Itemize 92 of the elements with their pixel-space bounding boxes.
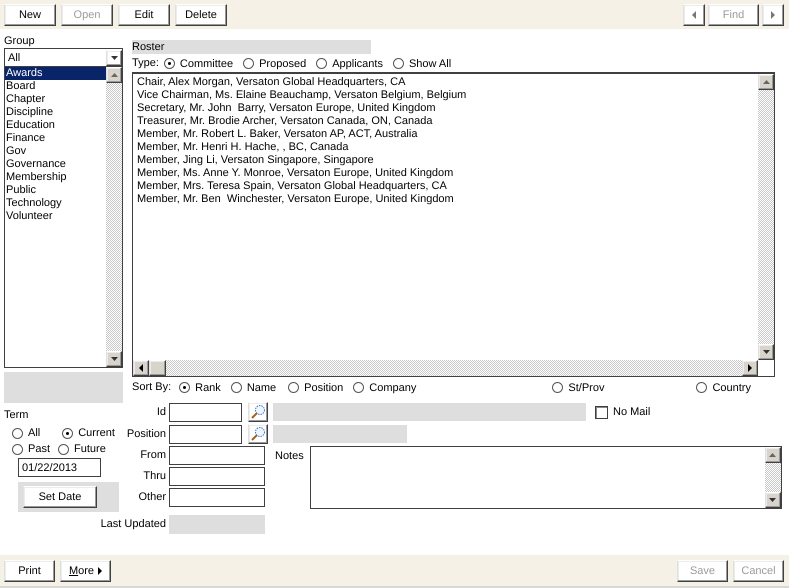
notes-field[interactable] <box>310 446 782 509</box>
field-label: Other <box>138 491 166 504</box>
scroll-left-button[interactable] <box>133 360 149 376</box>
field-label: Thru <box>143 470 166 483</box>
up-arrow-icon <box>110 73 118 77</box>
down-arrow-icon <box>769 498 776 502</box>
list-item[interactable]: Education <box>5 119 106 132</box>
sort-label: Sort By: <box>132 381 172 394</box>
radio-option[interactable]: Committee <box>164 58 234 70</box>
down-arrow-icon <box>110 357 118 361</box>
more-menu-button[interactable]: More <box>60 560 111 582</box>
left-arrow-icon <box>692 10 696 18</box>
roster-row[interactable]: Vice Chairman, Ms. Elaine Beauchamp, Versaton Belgium, Belgium <box>137 89 754 102</box>
radio-option[interactable]: All <box>12 427 40 439</box>
search-icon[interactable] <box>248 402 268 422</box>
scroll-down-button[interactable] <box>764 492 781 508</box>
input-field[interactable] <box>169 446 265 465</box>
roster-row[interactable]: Treasurer, Mr. Brodie Archer, Versaton Canada, ON, Canada <box>137 115 754 128</box>
toolbar-button[interactable]: Edit <box>118 4 170 26</box>
radio-option[interactable]: Current <box>62 427 115 439</box>
list-item[interactable]: Discipline <box>5 106 106 119</box>
input-field[interactable] <box>169 488 265 507</box>
roster-row[interactable]: Member, Jing Li, Versaton Singapore, Singapore <box>137 154 754 167</box>
field-label: From <box>140 449 166 462</box>
toolbar-button[interactable]: Delete <box>175 4 227 26</box>
roster-row[interactable]: Chair, Alex Morgan, Versaton Global Headquarters, CA <box>137 76 754 89</box>
radio-option[interactable]: Country <box>696 382 751 394</box>
roster-row[interactable]: Member, Mr. Ben Winchester, Versaton Europe, United Kingdom <box>137 193 754 206</box>
radio-option[interactable]: Past <box>12 443 50 455</box>
no-mail-checkbox[interactable]: No Mail <box>595 406 650 418</box>
toolbar-button[interactable]: New <box>4 4 56 26</box>
notes-label: Notes <box>275 450 304 463</box>
list-item[interactable]: Public <box>5 184 106 197</box>
list-item[interactable]: Awards <box>5 67 106 80</box>
right-arrow-icon <box>771 10 775 18</box>
field-label: Id <box>156 406 166 418</box>
vertical-scrollbar[interactable] <box>106 67 122 367</box>
set-date-button[interactable]: Set Date <box>23 486 97 508</box>
input-field[interactable] <box>169 467 265 486</box>
group-dropdown[interactable]: All <box>4 48 123 66</box>
horizontal-scrollbar[interactable] <box>133 360 758 376</box>
down-arrow-icon <box>762 350 770 354</box>
previous-button[interactable] <box>683 4 705 26</box>
roster-row[interactable]: Member, Mrs. Teresa Spain, Versaton Global Headquarters, CA <box>137 180 754 193</box>
radio-option[interactable]: Company <box>353 382 416 394</box>
list-item[interactable]: Board <box>5 80 106 93</box>
list-item[interactable]: Membership <box>5 171 106 184</box>
scroll-up-button[interactable] <box>764 447 781 463</box>
left-arrow-icon <box>139 364 143 372</box>
list-item[interactable]: Technology <box>5 197 106 210</box>
list-item[interactable]: Governance <box>5 158 106 171</box>
group-label: Group <box>4 35 36 48</box>
up-arrow-icon <box>769 453 776 457</box>
date-field[interactable]: 01/22/2013 <box>18 458 101 477</box>
roster-row[interactable]: Secretary, Mr. John Barry, Versaton Europe, United Kingdom <box>137 102 754 115</box>
scrollbar-thumb[interactable] <box>149 360 166 376</box>
radio-option[interactable]: Future <box>58 443 106 455</box>
input-field[interactable] <box>169 424 242 444</box>
list-item[interactable]: Finance <box>5 132 106 145</box>
radio-option[interactable]: Name <box>230 382 276 394</box>
type-label: Type: <box>132 57 159 70</box>
vertical-scrollbar[interactable] <box>758 74 774 360</box>
footer-button[interactable]: Print <box>4 560 55 582</box>
radio-option[interactable]: Applicants <box>316 58 383 70</box>
list-item[interactable]: Volunteer <box>5 210 106 223</box>
input-field[interactable] <box>169 402 242 422</box>
radio-option[interactable]: St/Prov <box>552 382 604 394</box>
radio-option[interactable]: Rank <box>179 382 221 394</box>
roster-row[interactable]: Member, Mr. Henri H. Hache, , BC, Canada <box>137 141 754 154</box>
scroll-down-button[interactable] <box>758 344 774 360</box>
down-arrow-icon <box>110 56 118 60</box>
up-arrow-icon <box>762 80 770 84</box>
roster-row[interactable]: Member, Ms. Anne Y. Monroe, Versaton Europe, United Kingdom <box>137 167 754 180</box>
vertical-scrollbar[interactable] <box>764 447 781 508</box>
scroll-down-button[interactable] <box>106 351 122 367</box>
next-button[interactable] <box>762 4 784 26</box>
list-item[interactable]: Chapter <box>5 93 106 106</box>
roster-row[interactable]: Member, Mr. Robert L. Baker, Versaton AP, ACT, Australia <box>137 128 754 141</box>
right-arrow-icon <box>748 364 752 372</box>
scroll-up-button[interactable] <box>106 67 122 83</box>
radio-option[interactable]: Show All <box>392 58 452 70</box>
field-label: Position <box>126 428 166 440</box>
radio-option[interactable]: Position <box>288 382 344 394</box>
field-label: Last Updated <box>100 518 166 531</box>
scroll-right-button[interactable] <box>742 360 758 376</box>
scroll-up-button[interactable] <box>758 74 774 90</box>
radio-option[interactable]: Proposed <box>243 58 306 70</box>
term-label: Term <box>4 409 28 421</box>
roster-title: Roster <box>132 40 371 54</box>
list-item[interactable]: Gov <box>5 145 106 158</box>
search-icon[interactable] <box>248 424 268 444</box>
right-arrow-icon <box>98 566 102 574</box>
